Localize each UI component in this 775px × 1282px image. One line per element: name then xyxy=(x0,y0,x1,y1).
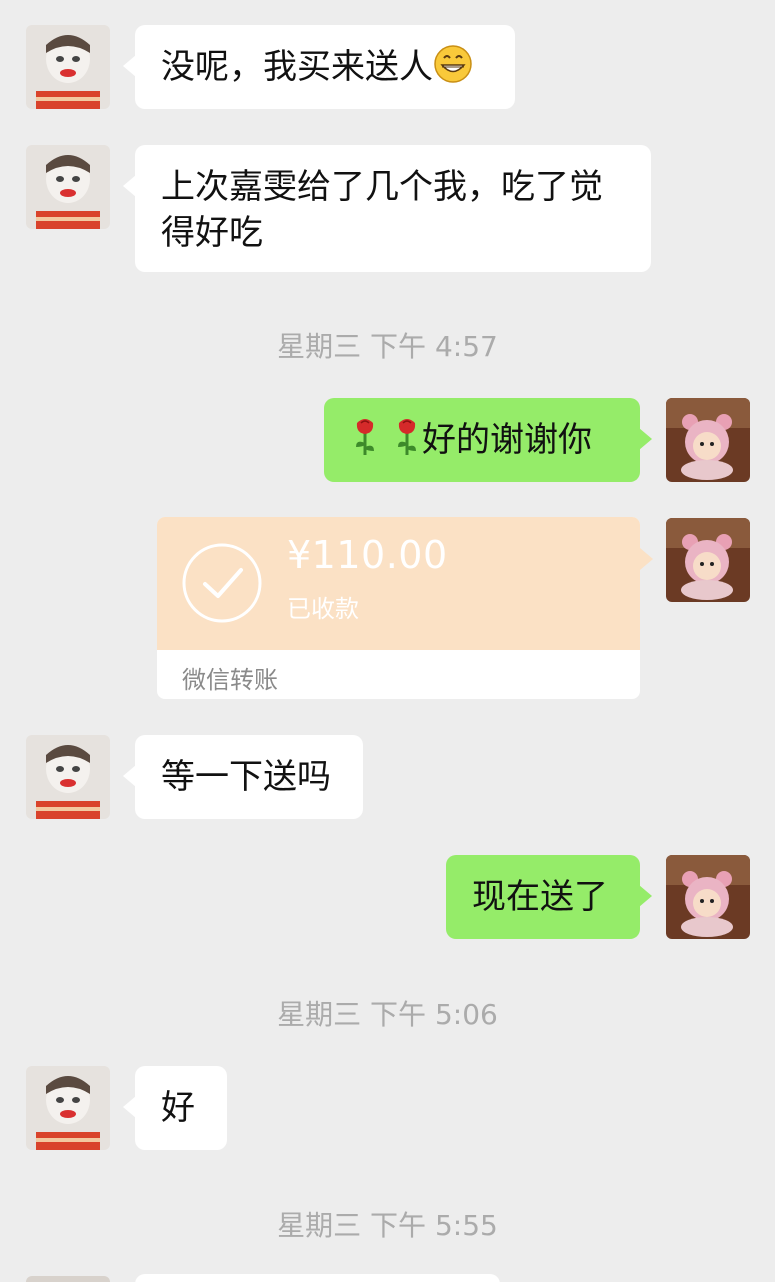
timestamp: 星期三 下午 5:55 xyxy=(277,1209,498,1242)
timestamp: 星期三 下午 4:57 xyxy=(277,330,498,363)
rose-icon xyxy=(350,417,380,469)
message-bubble[interactable] xyxy=(135,1274,500,1282)
message-text: 好的谢谢你 xyxy=(422,420,592,460)
transfer-status: 已收款 xyxy=(287,595,359,623)
contact-avatar[interactable] xyxy=(26,25,110,109)
transfer-card[interactable]: ¥110.00 已收款 微信转账 xyxy=(157,517,640,699)
grinning-face-icon xyxy=(433,44,473,96)
message-text: 好 xyxy=(161,1088,195,1128)
message-text: 现在送了 xyxy=(472,877,608,917)
message-bubble[interactable]: 没呢，我买来送人 xyxy=(123,25,515,109)
message-bubble[interactable]: 上次嘉雯给了几个我，吃了觉 得好吃 xyxy=(123,145,651,272)
contact-avatar[interactable] xyxy=(26,1066,110,1150)
transfer-label: 微信转账 xyxy=(182,666,278,694)
my-avatar[interactable] xyxy=(666,518,750,602)
message-text-line: 上次嘉雯给了几个我，吃了觉 xyxy=(161,167,603,207)
rose-icon xyxy=(392,417,422,469)
contact-avatar[interactable] xyxy=(26,145,110,229)
message-text: 没呢，我买来送人 xyxy=(161,47,433,87)
message-bubble[interactable]: 现在送了 xyxy=(446,855,652,939)
message-bubble[interactable]: 等一下送吗 xyxy=(123,735,363,819)
contact-avatar[interactable] xyxy=(26,735,110,819)
transfer-card-tail xyxy=(640,548,653,570)
chat-view: 没呢，我买来送人 上次嘉雯给了几个我，吃了觉 得好吃 星期三 下午 4:57 好… xyxy=(0,0,775,1282)
message-bubble[interactable]: 好的谢谢你 xyxy=(324,398,652,482)
contact-avatar[interactable] xyxy=(26,1276,110,1282)
my-avatar[interactable] xyxy=(666,855,750,939)
transfer-card-header: ¥110.00 已收款 xyxy=(157,517,640,650)
message-text-line: 得好吃 xyxy=(161,213,263,253)
timestamp: 星期三 下午 5:06 xyxy=(277,998,498,1031)
message-bubble[interactable]: 好 xyxy=(123,1066,227,1150)
transfer-amount: ¥110.00 xyxy=(287,533,448,577)
received-check-icon xyxy=(182,543,262,623)
my-avatar[interactable] xyxy=(666,398,750,482)
message-text: 等一下送吗 xyxy=(161,757,331,797)
